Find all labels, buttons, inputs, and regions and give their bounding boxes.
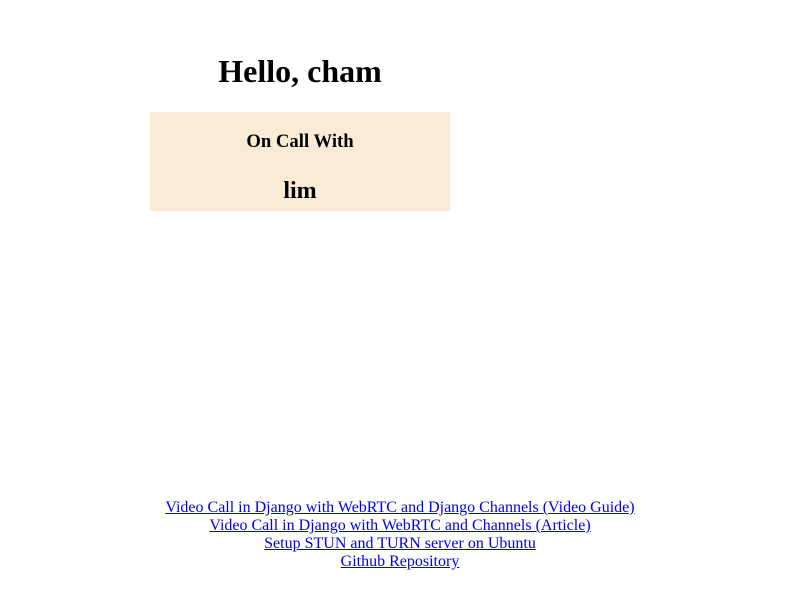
link-stun-turn-setup[interactable]: Setup STUN and TURN server on Ubuntu [264,535,536,553]
on-call-panel: On Call With lim [150,112,450,211]
link-video-guide[interactable]: Video Call in Django with WebRTC and Dja… [165,499,634,517]
resource-links: Video Call in Django with WebRTC and Dja… [0,499,800,571]
remote-user-name: lim [283,178,317,204]
link-github-repository[interactable]: Github Repository [341,553,460,571]
link-article[interactable]: Video Call in Django with WebRTC and Cha… [209,517,590,535]
greeting-heading: Hello, cham [218,53,382,89]
on-call-label: On Call With [246,131,354,152]
